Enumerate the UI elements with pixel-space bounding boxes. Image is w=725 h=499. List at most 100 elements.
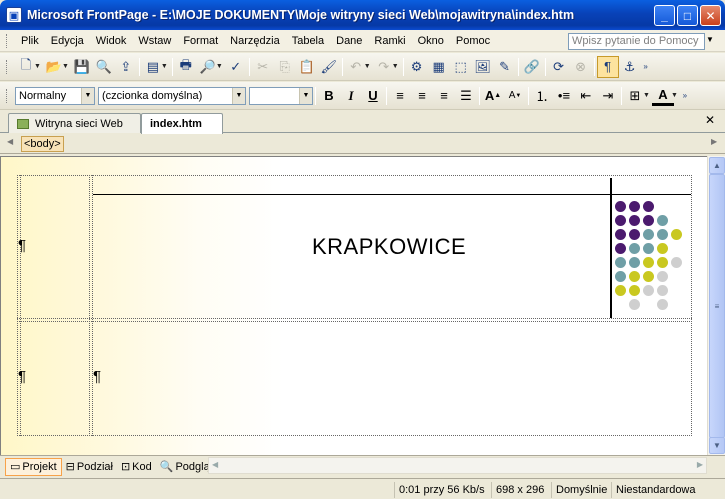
mode-status[interactable]: Domyślnie — [551, 482, 607, 498]
logo-dot — [615, 215, 626, 226]
scroll-thumb[interactable]: ≡ — [709, 174, 725, 438]
borders-dropdown-icon[interactable]: ▼ — [643, 92, 650, 99]
chevron-down-icon[interactable]: ▼ — [299, 87, 312, 104]
preview-dropdown-icon[interactable]: ▼ — [216, 63, 223, 70]
menu-widok[interactable]: Widok — [90, 30, 133, 52]
italic-icon[interactable]: I — [340, 85, 362, 107]
font-select[interactable]: (czcionka domyślna) ▼ — [98, 86, 246, 105]
paste-icon[interactable]: 📋 — [296, 56, 318, 78]
help-dropdown-icon[interactable]: ▼ — [706, 35, 714, 44]
scroll-left-icon[interactable]: ◀ — [212, 460, 218, 469]
menu-plik[interactable]: Plik — [15, 30, 45, 52]
help-question-input[interactable]: Wpisz pytanie do Pomocy — [568, 33, 705, 50]
menu-edycja[interactable]: Edycja — [45, 30, 90, 52]
vertical-scrollbar[interactable]: ▲ ≡ ▼ — [707, 156, 725, 455]
tag-scroll-right-icon[interactable]: ▶ — [711, 137, 717, 146]
cut-icon[interactable]: ✂ — [252, 56, 274, 78]
open-dropdown-icon[interactable]: ▼ — [62, 63, 69, 70]
chevron-down-icon[interactable]: ▼ — [81, 87, 94, 104]
menu-wstaw[interactable]: Wstaw — [132, 30, 177, 52]
logo-dot — [657, 285, 668, 296]
print-icon[interactable]: 🖶 — [175, 56, 197, 78]
horizontal-scrollbar[interactable]: ◀ ▶ — [208, 457, 707, 474]
increase-font-icon[interactable]: A ▲ — [482, 85, 504, 107]
toolbar-grip[interactable] — [6, 59, 9, 74]
view-code-tab[interactable]: ⊡ Kod — [117, 458, 156, 476]
logo-dot — [629, 243, 640, 254]
body-tag-button[interactable]: <body> — [21, 136, 64, 152]
style-select[interactable]: Normalny ▼ — [15, 86, 95, 105]
increase-indent-icon[interactable]: ⇥ — [597, 85, 619, 107]
insert-table-icon[interactable]: ▦ — [428, 56, 450, 78]
logo-dot — [657, 243, 668, 254]
show-all-pilcrow-icon[interactable]: ¶ — [596, 55, 619, 78]
scroll-right-icon[interactable]: ▶ — [697, 460, 703, 469]
chevron-down-icon[interactable]: ▼ — [232, 87, 245, 104]
web-component-icon[interactable]: ⚙ — [406, 56, 428, 78]
schema-status[interactable]: Niestandardowa — [611, 482, 696, 498]
toolbar-options-icon[interactable]: » — [641, 56, 651, 78]
menu-tabela[interactable]: Tabela — [286, 30, 330, 52]
publish-icon[interactable]: ⇪ — [115, 56, 137, 78]
font-color-dropdown-icon[interactable]: ▼ — [671, 92, 678, 99]
minimize-button[interactable]: _ — [654, 5, 675, 26]
view-label: Kod — [132, 460, 152, 473]
tab-index-htm[interactable]: index.htm — [141, 113, 223, 134]
menu-dane[interactable]: Dane — [330, 30, 368, 52]
tag-scroll-left-icon[interactable]: ◀ — [7, 137, 13, 146]
scroll-down-icon[interactable]: ▼ — [709, 437, 725, 454]
format-painter-icon[interactable]: 🖌 — [318, 56, 340, 78]
justify-icon[interactable]: ☰ — [455, 85, 477, 107]
bold-icon[interactable]: B — [318, 85, 340, 107]
page-heading[interactable]: KRAPKOWICE — [312, 234, 466, 260]
logo-dot — [643, 271, 654, 282]
insert-layer-icon[interactable]: ⬚ — [450, 56, 472, 78]
close-document-icon[interactable]: ✕ — [705, 113, 715, 127]
search-icon[interactable]: 🔍 — [93, 56, 115, 78]
decrease-indent-icon[interactable]: ⇤ — [575, 85, 597, 107]
website-folder-icon — [17, 118, 29, 129]
undo-dropdown-icon[interactable]: ▼ — [364, 63, 371, 70]
download-time-status: 0:01 przy 56 Kb/s — [394, 482, 485, 498]
frontpage-app-icon[interactable]: ▣ — [6, 7, 22, 23]
insert-picture-icon[interactable]: 🖼 — [472, 56, 494, 78]
stop-icon[interactable]: ⊗ — [570, 56, 592, 78]
bulleted-list-icon[interactable]: •≡ — [553, 85, 575, 107]
copy-icon[interactable]: ⎘ — [274, 56, 296, 78]
save-icon[interactable]: 💾 — [71, 56, 93, 78]
underline-icon[interactable]: U — [362, 85, 384, 107]
font-size-select[interactable]: ▼ — [249, 86, 313, 105]
menu-grip[interactable] — [6, 33, 9, 48]
menu-okno[interactable]: Okno — [412, 30, 450, 52]
design-canvas[interactable]: KRAPKOWICE ¶ ¶ ¶ — [0, 156, 707, 455]
align-left-icon[interactable]: ≡ — [389, 85, 411, 107]
maximize-button[interactable]: □ — [677, 5, 698, 26]
logo-dot — [671, 229, 682, 240]
view-split-tab[interactable]: ⊟ Podział — [62, 458, 117, 476]
refresh-icon[interactable]: ⟳ — [548, 56, 570, 78]
hyperlink-icon[interactable]: 🔗 — [521, 56, 543, 78]
menu-ramki[interactable]: Ramki — [368, 30, 411, 52]
new-dropdown-icon[interactable]: ▼ — [34, 63, 41, 70]
drawing-icon[interactable]: ✎ — [494, 56, 516, 78]
menu-pomoc[interactable]: Pomoc — [450, 30, 496, 52]
pane-dropdown-icon[interactable]: ▼ — [161, 63, 168, 70]
toolbar-options-icon[interactable]: » — [680, 85, 690, 107]
logo-dot — [643, 257, 654, 268]
anchor-icon[interactable]: ⚓ — [619, 56, 641, 78]
redo-dropdown-icon[interactable]: ▼ — [392, 63, 399, 70]
spelling-icon[interactable]: ✓ — [225, 56, 247, 78]
menu-narzedzia[interactable]: Narzędzia — [224, 30, 286, 52]
toolbar-grip[interactable] — [6, 88, 9, 103]
tab-witryna-sieci-web[interactable]: Witryna sieci Web — [8, 113, 141, 133]
align-center-icon[interactable]: ≡ — [411, 85, 433, 107]
view-design-tab[interactable]: ▭ Projekt — [5, 457, 62, 476]
standard-toolbar: 🗋 ▼ 📂 ▼ 💾 🔍 ⇪ ▤ ▼ 🖶 🔎 ▼ ✓ ✂ ⎘ 📋 🖌 ↶ ▼ ↷ ▼ ⚙ ▦ … — [0, 53, 725, 81]
decrease-font-icon[interactable]: A ▼ — [504, 85, 526, 107]
close-button[interactable]: ✕ — [700, 5, 721, 26]
align-right-icon[interactable]: ≡ — [433, 85, 455, 107]
scroll-up-icon[interactable]: ▲ — [709, 157, 725, 174]
title-bar[interactable]: ▣ Microsoft FrontPage - E:\MOJE DOKUMENT… — [0, 0, 725, 30]
menu-format[interactable]: Format — [177, 30, 224, 52]
numbered-list-icon[interactable]: ⒈ — [531, 85, 553, 107]
